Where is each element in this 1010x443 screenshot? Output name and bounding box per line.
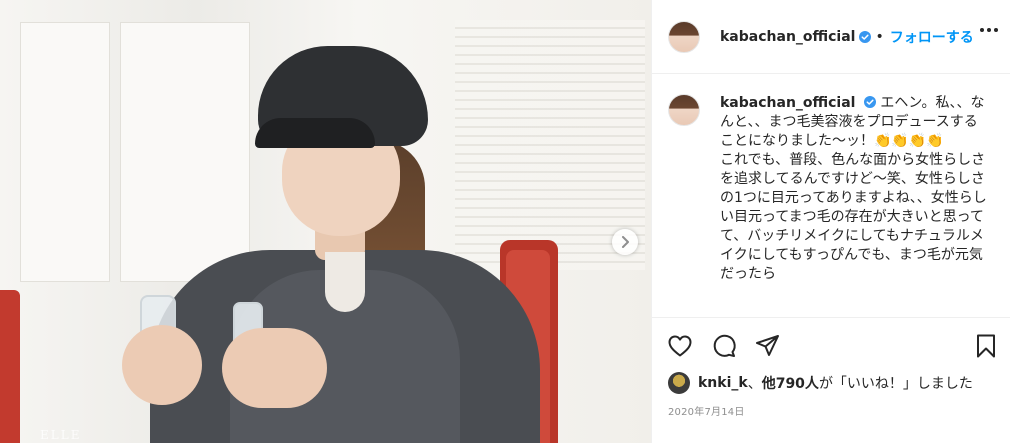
verified-badge-icon (859, 30, 872, 43)
liker-username-link[interactable]: knki_k (698, 375, 748, 391)
caption-text: kabachan_official エヘン。私、、なんと、、まつ毛美容液をプロデ… (720, 94, 990, 316)
follow-button[interactable]: フォローする (890, 27, 974, 47)
post-media[interactable]: ELLE (0, 0, 652, 443)
more-dot (980, 28, 984, 32)
photo-hand (222, 328, 327, 408)
post-header: kabachan_official • フォローする (652, 0, 1010, 74)
caption-line: これでも、普段、色んな面から女性らしさを追求してるんですけど〜笑、女性らしさの1… (720, 152, 987, 282)
photo-window-panel (20, 22, 110, 282)
likes-text: が「いいね！」しました (818, 376, 973, 392)
share-icon[interactable] (754, 332, 782, 360)
more-options-icon[interactable] (980, 28, 998, 32)
comment-icon[interactable] (710, 332, 738, 360)
likes-count-link[interactable]: 他790人 (762, 373, 819, 393)
photo-cap-brim (255, 118, 375, 148)
separator-dot: • (875, 28, 884, 45)
liker-avatar[interactable] (668, 372, 690, 394)
post-date[interactable]: 2020年7月14日 (668, 403, 745, 418)
caption-section: kabachan_official エヘン。私、、なんと、、まつ毛美容液をプロデ… (652, 74, 1010, 316)
likes-summary: knki_k 、 他790人 が「いいね！」しました (668, 372, 1008, 394)
post-side-panel: kabachan_official • フォローする kabachan_offi… (652, 0, 1010, 443)
verified-badge-icon (863, 96, 876, 108)
photo-watermark: ELLE (40, 428, 82, 442)
action-bar (652, 317, 1010, 373)
chevron-right-icon (622, 236, 629, 248)
username-link[interactable]: kabachan_official (720, 29, 855, 45)
photo-window-panel (120, 22, 250, 282)
photo-hand (122, 325, 202, 405)
next-image-button[interactable] (612, 229, 638, 255)
likes-separator: 、 (747, 376, 762, 392)
photo-shirt (325, 252, 365, 312)
avatar[interactable] (668, 20, 700, 53)
caption-username-link[interactable]: kabachan_official (720, 95, 855, 111)
heart-icon[interactable] (666, 332, 694, 360)
avatar[interactable] (668, 94, 700, 126)
photo-chair (0, 290, 20, 443)
more-dot (994, 28, 998, 32)
more-dot (987, 28, 991, 32)
bookmark-icon[interactable] (972, 332, 1000, 360)
